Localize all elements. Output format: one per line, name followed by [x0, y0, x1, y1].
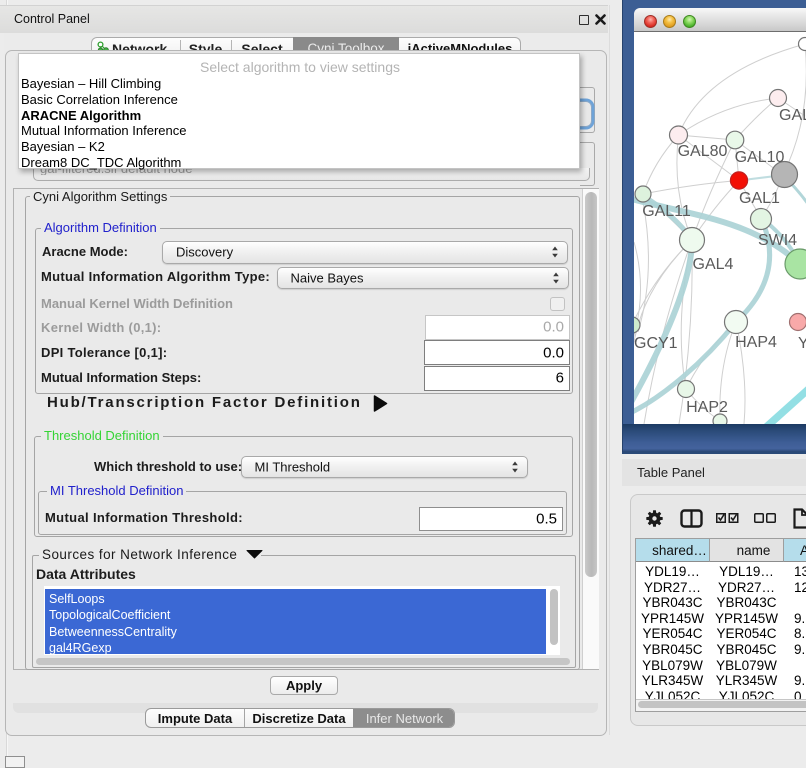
svg-text:GAL10: GAL10 [735, 149, 785, 166]
svg-text:GAL7: GAL7 [779, 107, 806, 124]
svg-text:HAP2: HAP2 [686, 399, 728, 416]
svg-text:GCY1: GCY1 [634, 335, 678, 352]
svg-text:GAL11: GAL11 [642, 203, 691, 220]
svg-text:GAL4: GAL4 [693, 256, 734, 273]
svg-text:GAL1: GAL1 [739, 190, 780, 207]
svg-text:SWI4: SWI4 [758, 232, 797, 249]
svg-text:HAP4: HAP4 [735, 334, 777, 351]
svg-text:Y: Y [798, 335, 806, 352]
svg-text:GAL80: GAL80 [678, 143, 728, 160]
